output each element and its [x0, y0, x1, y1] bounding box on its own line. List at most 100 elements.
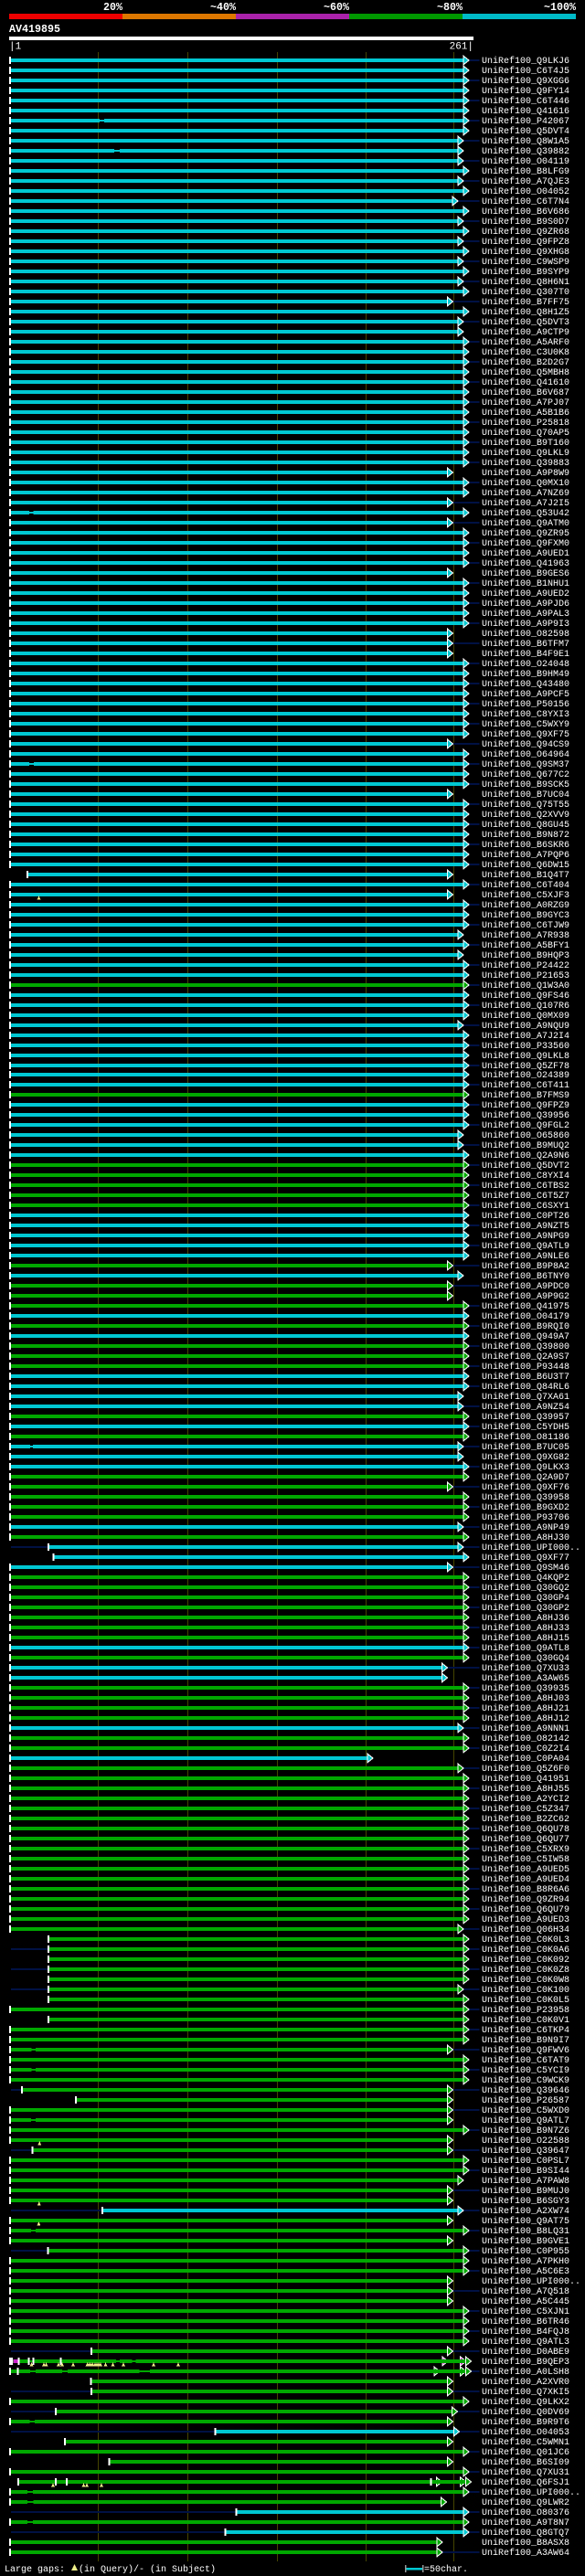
svg-text:UniRef100_Q41951: UniRef100_Q41951 [482, 1774, 569, 1785]
svg-text:UniRef100_C0PA04: UniRef100_C0PA04 [482, 1754, 569, 1765]
svg-text:UniRef100_C9WCK9: UniRef100_C9WCK9 [482, 2075, 569, 2086]
svg-text:UniRef100_Q4KQP2: UniRef100_Q4KQP2 [482, 1573, 569, 1584]
svg-text:UniRef100_A9UED2: UniRef100_A9UED2 [482, 588, 569, 599]
svg-text:UniRef100_B9GVE1: UniRef100_B9GVE1 [482, 2236, 569, 2247]
svg-text:UniRef100_C6T411: UniRef100_C6T411 [482, 1080, 569, 1091]
svg-text:UniRef100_Q9ATL8: UniRef100_Q9ATL8 [482, 1643, 569, 1654]
svg-text:|1: |1 [9, 42, 22, 53]
svg-text:UniRef100_A9NQU9: UniRef100_A9NQU9 [482, 1021, 569, 1032]
svg-text:UniRef100_B8LQ31: UniRef100_B8LQ31 [482, 2226, 569, 2237]
svg-text:UniRef100_O82598: UniRef100_O82598 [482, 629, 569, 640]
svg-text:UniRef100_Q8H6N1: UniRef100_Q8H6N1 [482, 277, 569, 288]
svg-text:UniRef100_Q94CS9: UniRef100_Q94CS9 [482, 739, 569, 750]
svg-text:UniRef100_P26587: UniRef100_P26587 [482, 2095, 569, 2106]
svg-text:UniRef100_Q9ZR95: UniRef100_Q9ZR95 [482, 528, 569, 539]
svg-text:UniRef100_Q30GP4: UniRef100_Q30GP4 [482, 1593, 569, 1604]
svg-text:UniRef100_Q39882: UniRef100_Q39882 [482, 146, 569, 157]
svg-text:UniRef100_C8YXI3: UniRef100_C8YXI3 [482, 709, 569, 720]
svg-text:UniRef100_B9SCK5: UniRef100_B9SCK5 [482, 779, 569, 790]
svg-text:UniRef100_Q0DV69: UniRef100_Q0DV69 [482, 2407, 569, 2418]
svg-text:UniRef100_A7Q518: UniRef100_A7Q518 [482, 2286, 569, 2297]
svg-text:UniRef100_Q8GU45: UniRef100_Q8GU45 [482, 820, 569, 831]
svg-text:UniRef100_Q9LKJ6: UniRef100_Q9LKJ6 [482, 56, 569, 67]
svg-text:UniRef100_Q8GTQ7: UniRef100_Q8GTQ7 [482, 2528, 569, 2539]
svg-text:UniRef100_C6TKP4: UniRef100_C6TKP4 [482, 2025, 569, 2036]
svg-text:UniRef100_Q9ATL7: UniRef100_Q9ATL7 [482, 2115, 569, 2126]
svg-text:UniRef100_O24389: UniRef100_O24389 [482, 1070, 569, 1081]
svg-text:UniRef100_C0K0A6: UniRef100_C0K0A6 [482, 1945, 569, 1956]
svg-text:UniRef100_A9PCF5: UniRef100_A9PCF5 [482, 689, 569, 700]
svg-text:UniRef100_A7J2I5: UniRef100_A7J2I5 [482, 498, 569, 509]
svg-text:UniRef100_D0ABE9: UniRef100_D0ABE9 [482, 2347, 569, 2358]
svg-text:UniRef100_B9N872: UniRef100_B9N872 [482, 830, 569, 841]
svg-text:UniRef100_B9P8A2: UniRef100_B9P8A2 [482, 1261, 569, 1272]
svg-text:UniRef100_B9GXD2: UniRef100_B9GXD2 [482, 1502, 569, 1513]
svg-text:UniRef100_Q9ATL9: UniRef100_Q9ATL9 [482, 1241, 569, 1252]
svg-text:UniRef100_B9MUJ0: UniRef100_B9MUJ0 [482, 2186, 569, 2197]
svg-text:UniRef100_C5XRX9: UniRef100_C5XRX9 [482, 1844, 569, 1855]
svg-text:UniRef100_A7QJE3: UniRef100_A7QJE3 [482, 176, 569, 187]
svg-text:UniRef100_B6SGY3: UniRef100_B6SGY3 [482, 2196, 569, 2207]
svg-text:UniRef100_A8HJ33: UniRef100_A8HJ33 [482, 1623, 569, 1634]
svg-text:UniRef100_A7R938: UniRef100_A7R938 [482, 930, 569, 941]
svg-text:UniRef100_Q84RL6: UniRef100_Q84RL6 [482, 1382, 569, 1393]
svg-text:UniRef100_A7PKH0: UniRef100_A7PKH0 [482, 2256, 569, 2267]
svg-text:UniRef100_C5YCI9: UniRef100_C5YCI9 [482, 2065, 569, 2076]
svg-text:UniRef100_O04052: UniRef100_O04052 [482, 186, 569, 197]
svg-text:UniRef100_A2XW74: UniRef100_A2XW74 [482, 2206, 569, 2217]
svg-text:UniRef100_Q9LKX3: UniRef100_Q9LKX3 [482, 1462, 569, 1473]
svg-text:UniRef100_C6T7N4: UniRef100_C6T7N4 [482, 196, 569, 207]
svg-text:UniRef100_B7UC04: UniRef100_B7UC04 [482, 790, 569, 800]
svg-text:UniRef100_Q5DVT3: UniRef100_Q5DVT3 [482, 317, 569, 328]
svg-text:UniRef100_Q107R6: UniRef100_Q107R6 [482, 1001, 569, 1012]
svg-text:AV419895: AV419895 [9, 23, 60, 36]
svg-text:UniRef100_C5WMN1: UniRef100_C5WMN1 [482, 2437, 569, 2448]
svg-text:UniRef100_Q9ZR94: UniRef100_Q9ZR94 [482, 1894, 569, 1905]
svg-text:UniRef100_Q39956: UniRef100_Q39956 [482, 1110, 569, 1121]
svg-text:UniRef100_P50156: UniRef100_P50156 [482, 699, 569, 710]
svg-text:UniRef100_C0Z2I4: UniRef100_C0Z2I4 [482, 1744, 569, 1754]
svg-text:UniRef100_Q9XF75: UniRef100_Q9XF75 [482, 729, 569, 740]
svg-text:UniRef100_A8HJ15: UniRef100_A8HJ15 [482, 1633, 569, 1644]
svg-text:UniRef100_B9MUQ2: UniRef100_B9MUQ2 [482, 1140, 569, 1151]
svg-text:UniRef100_A7PJ07: UniRef100_A7PJ07 [482, 398, 569, 408]
svg-text:UniRef100_P33560: UniRef100_P33560 [482, 1041, 569, 1052]
svg-text:UniRef100_Q9ZR68: UniRef100_Q9ZR68 [482, 227, 569, 238]
svg-text:UniRef100_Q39883: UniRef100_Q39883 [482, 458, 569, 469]
svg-text:UniRef100_A9NZT5: UniRef100_A9NZT5 [482, 1221, 569, 1232]
svg-text:UniRef100_A3AW64: UniRef100_A3AW64 [482, 2548, 569, 2559]
svg-text:UniRef100_UPI000..: UniRef100_UPI000.. [482, 2276, 580, 2287]
svg-text:UniRef100_P25818: UniRef100_P25818 [482, 418, 569, 429]
svg-text:UniRef100_A9NLE6: UniRef100_A9NLE6 [482, 1251, 569, 1262]
svg-text:UniRef100_B9N9I7: UniRef100_B9N9I7 [482, 2035, 569, 2046]
svg-text:UniRef100_B7UC05: UniRef100_B7UC05 [482, 1442, 569, 1453]
svg-text:UniRef100_A9UED3: UniRef100_A9UED3 [482, 1914, 569, 1925]
svg-text:UniRef100_Q39958: UniRef100_Q39958 [482, 1492, 569, 1503]
svg-text:UniRef100_B8R6A6: UniRef100_B8R6A6 [482, 1884, 569, 1895]
svg-text:~80%: ~80% [437, 1, 463, 14]
svg-text:UniRef100_Q39646: UniRef100_Q39646 [482, 2085, 569, 2096]
svg-text:UniRef100_C0K0L5: UniRef100_C0K0L5 [482, 1995, 569, 2006]
svg-text:UniRef100_Q0MX10: UniRef100_Q0MX10 [482, 478, 569, 489]
svg-text:UniRef100_Q9LKL8: UniRef100_Q9LKL8 [482, 1051, 569, 1062]
svg-text:UniRef100_A2XVR0: UniRef100_A2XVR0 [482, 2377, 569, 2388]
svg-text:UniRef100_Q9SM46: UniRef100_Q9SM46 [482, 1563, 569, 1574]
svg-text:UniRef100_Q9AT75: UniRef100_Q9AT75 [482, 2216, 569, 2227]
svg-text:UniRef100_Q8W1A5: UniRef100_Q8W1A5 [482, 136, 569, 147]
svg-text:UniRef100_Q9ATL3: UniRef100_Q9ATL3 [482, 2337, 569, 2348]
svg-text:UniRef100_B6V686: UniRef100_B6V686 [482, 207, 569, 217]
svg-text:=50char.: =50char. [424, 2564, 468, 2575]
svg-text:UniRef100_B1NHU1: UniRef100_B1NHU1 [482, 578, 569, 589]
svg-text:UniRef100_A8HJ21: UniRef100_A8HJ21 [482, 1703, 569, 1714]
svg-text:UniRef100_C0PT26: UniRef100_C0PT26 [482, 1211, 569, 1222]
svg-text:UniRef100_Q9FPZ8: UniRef100_Q9FPZ8 [482, 237, 569, 248]
svg-text:UniRef100_Q53U42: UniRef100_Q53U42 [482, 508, 569, 519]
svg-text:UniRef100_A5C6E3: UniRef100_A5C6E3 [482, 2266, 569, 2277]
svg-text:UniRef100_B9QEP3: UniRef100_B9QEP3 [482, 2357, 569, 2368]
svg-text:UniRef100_UPI000..: UniRef100_UPI000.. [482, 1542, 580, 1553]
svg-text:UniRef100_B9GYC3: UniRef100_B9GYC3 [482, 910, 569, 921]
svg-text:UniRef100_Q06H34: UniRef100_Q06H34 [482, 1924, 569, 1935]
svg-text:UniRef100_O64964: UniRef100_O64964 [482, 749, 569, 760]
svg-text:UniRef100_P93448: UniRef100_P93448 [482, 1362, 569, 1373]
svg-text:UniRef100_Q9XGG6: UniRef100_Q9XGG6 [482, 76, 569, 87]
